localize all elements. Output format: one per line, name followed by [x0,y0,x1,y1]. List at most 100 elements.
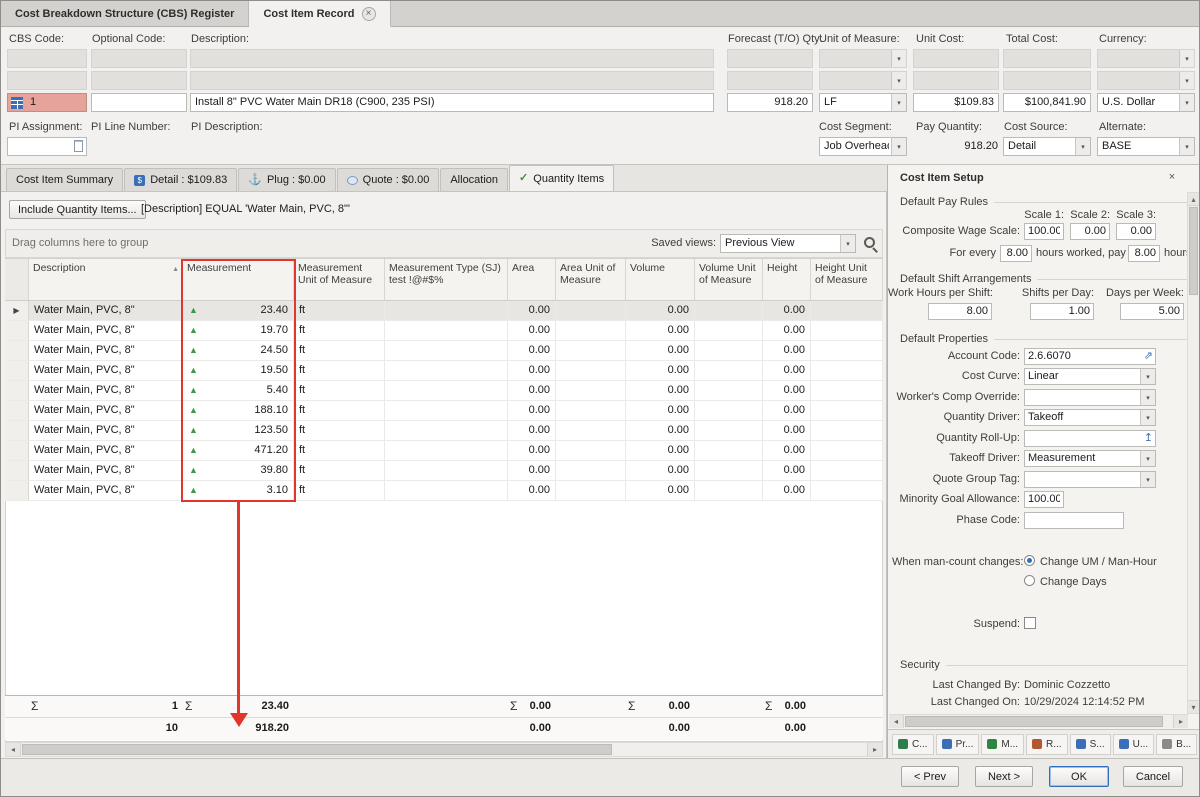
dropdown-arrow-icon[interactable]: ▾ [891,94,906,111]
shifts-per-day-input[interactable]: 1.00 [1030,303,1094,320]
cell-volume[interactable]: 0.00 [626,401,695,420]
row-indicator-cell[interactable] [5,421,29,440]
cell-height-uom[interactable] [811,341,883,360]
unit-cost-field[interactable]: $109.83 [913,93,999,112]
setup-subtab-pr[interactable]: Pr... [936,734,980,755]
total-cost-field-blank-1[interactable] [1003,49,1091,68]
quantity-driver-dropdown[interactable]: Takeoff▾ [1024,409,1156,426]
dropdown-arrow-icon[interactable]: ▾ [1140,390,1155,405]
column-header-measurement[interactable]: Measurement [183,259,294,300]
scrollbar-thumb[interactable] [1189,207,1198,295]
cell-area[interactable]: 0.00 [508,481,556,500]
row-indicator-cell[interactable] [5,341,29,360]
dropdown-arrow-icon[interactable]: ▾ [1140,369,1155,384]
cell-measurement-uom[interactable]: ft [294,361,385,380]
days-per-week-input[interactable]: 5.00 [1120,303,1184,320]
cell-measurement[interactable]: ▲19.50 [183,361,294,380]
table-row[interactable]: Water Main, PVC, 8" ▲24.50 ft 0.00 0.00 … [5,341,883,361]
row-indicator-cell[interactable] [5,481,29,500]
cell-volume-uom[interactable] [695,421,763,440]
scroll-right-icon[interactable]: ▸ [1173,715,1188,728]
cell-description[interactable]: Water Main, PVC, 8" [29,461,183,480]
cell-description[interactable]: Water Main, PVC, 8" [29,361,183,380]
scrollbar-thumb[interactable] [905,716,1163,727]
cell-height[interactable]: 0.00 [763,341,811,360]
tab-quantity-items[interactable]: ✓Quantity Items [509,165,614,191]
column-header-area-uom[interactable]: Area Unit of Measure [556,259,626,300]
cell-measurement-type[interactable] [385,481,508,500]
dropdown-arrow-icon[interactable]: ▾ [1140,472,1155,487]
cell-area-uom[interactable] [556,421,626,440]
setup-subtab-m[interactable]: M... [981,734,1024,755]
column-header-height-uom[interactable]: Height Unit of Measure [811,259,883,300]
total-cost-field-blank-2[interactable] [1003,71,1091,90]
cell-height[interactable]: 0.00 [763,461,811,480]
account-code-field[interactable]: 2.6.6070⇗ [1024,348,1156,365]
phase-code-field[interactable] [1024,512,1124,529]
cell-measurement[interactable]: ▲23.40 [183,301,294,320]
cell-area-uom[interactable] [556,481,626,500]
cell-measurement-uom[interactable]: ft [294,341,385,360]
cell-height-uom[interactable] [811,421,883,440]
cell-volume-uom[interactable] [695,441,763,460]
document-icon[interactable] [74,140,83,152]
workers-comp-dropdown[interactable]: ▾ [1024,389,1156,406]
scrollbar-thumb[interactable] [22,744,612,755]
uom-dropdown-blank-1[interactable]: ▾ [819,49,907,68]
optional-code-field-blank-1[interactable] [91,49,187,68]
grid-corner-cell[interactable] [5,259,29,300]
forecast-qty-field[interactable]: 918.20 [727,93,813,112]
setup-horizontal-scrollbar[interactable]: ◂ ▸ [889,714,1188,728]
rollup-icon[interactable]: ↥ [1144,431,1153,446]
dropdown-arrow-icon[interactable]: ▾ [1075,138,1090,155]
column-header-volume[interactable]: Volume [626,259,695,300]
table-row[interactable]: ▶ Water Main, PVC, 8" ▲23.40 ft 0.00 0.0… [5,301,883,321]
tab-detail[interactable]: $Detail : $109.83 [124,168,237,191]
tab-quote[interactable]: Quote : $0.00 [337,168,440,191]
cbs-code-field[interactable]: 1 [7,93,87,112]
cell-measurement-uom[interactable]: ft [294,401,385,420]
cell-description[interactable]: Water Main, PVC, 8" [29,401,183,420]
cell-measurement[interactable]: ▲19.70 [183,321,294,340]
radio-change-um[interactable] [1024,555,1035,566]
alternate-dropdown[interactable]: BASE▾ [1097,137,1195,156]
forecast-field-blank-1[interactable] [727,49,813,68]
optional-code-field[interactable] [91,93,187,112]
suspend-checkbox[interactable] [1024,617,1036,629]
cell-height[interactable]: 0.00 [763,421,811,440]
cell-volume-uom[interactable] [695,461,763,480]
cost-curve-dropdown[interactable]: Linear▾ [1024,368,1156,385]
work-hours-input[interactable]: 8.00 [928,303,992,320]
row-indicator-cell[interactable]: ▶ [5,301,29,320]
cell-description[interactable]: Water Main, PVC, 8" [29,321,183,340]
cell-height[interactable]: 0.00 [763,321,811,340]
cell-measurement-type[interactable] [385,421,508,440]
cell-measurement[interactable]: ▲188.10 [183,401,294,420]
cell-description[interactable]: Water Main, PVC, 8" [29,421,183,440]
quantity-rollup-field[interactable]: ↥ [1024,430,1156,447]
cell-area[interactable]: 0.00 [508,421,556,440]
column-header-description[interactable]: Description▲ [29,259,183,300]
cell-measurement-type[interactable] [385,321,508,340]
unit-cost-field-blank-2[interactable] [913,71,999,90]
cell-volume[interactable]: 0.00 [626,461,695,480]
cell-area[interactable]: 0.00 [508,321,556,340]
scroll-left-icon[interactable]: ◂ [6,743,21,756]
cell-volume[interactable]: 0.00 [626,341,695,360]
group-by-bar[interactable]: Drag columns here to group Saved views: … [5,229,883,258]
scale3-input[interactable]: 0.00 [1116,223,1156,240]
radio-change-days[interactable] [1024,575,1035,586]
dropdown-arrow-icon[interactable]: ▾ [891,50,906,67]
cell-area-uom[interactable] [556,321,626,340]
cost-source-dropdown[interactable]: Detail▾ [1003,137,1091,156]
cell-volume[interactable]: 0.00 [626,441,695,460]
dropdown-arrow-icon[interactable]: ▾ [1140,451,1155,466]
cell-area[interactable]: 0.00 [508,361,556,380]
cell-area-uom[interactable] [556,341,626,360]
prev-button[interactable]: < Prev [901,766,959,787]
cell-volume-uom[interactable] [695,401,763,420]
cell-volume[interactable]: 0.00 [626,301,695,320]
include-quantity-items-button[interactable]: Include Quantity Items... [9,200,146,219]
cell-volume-uom[interactable] [695,361,763,380]
cost-segment-dropdown[interactable]: Job Overhead▾ [819,137,907,156]
